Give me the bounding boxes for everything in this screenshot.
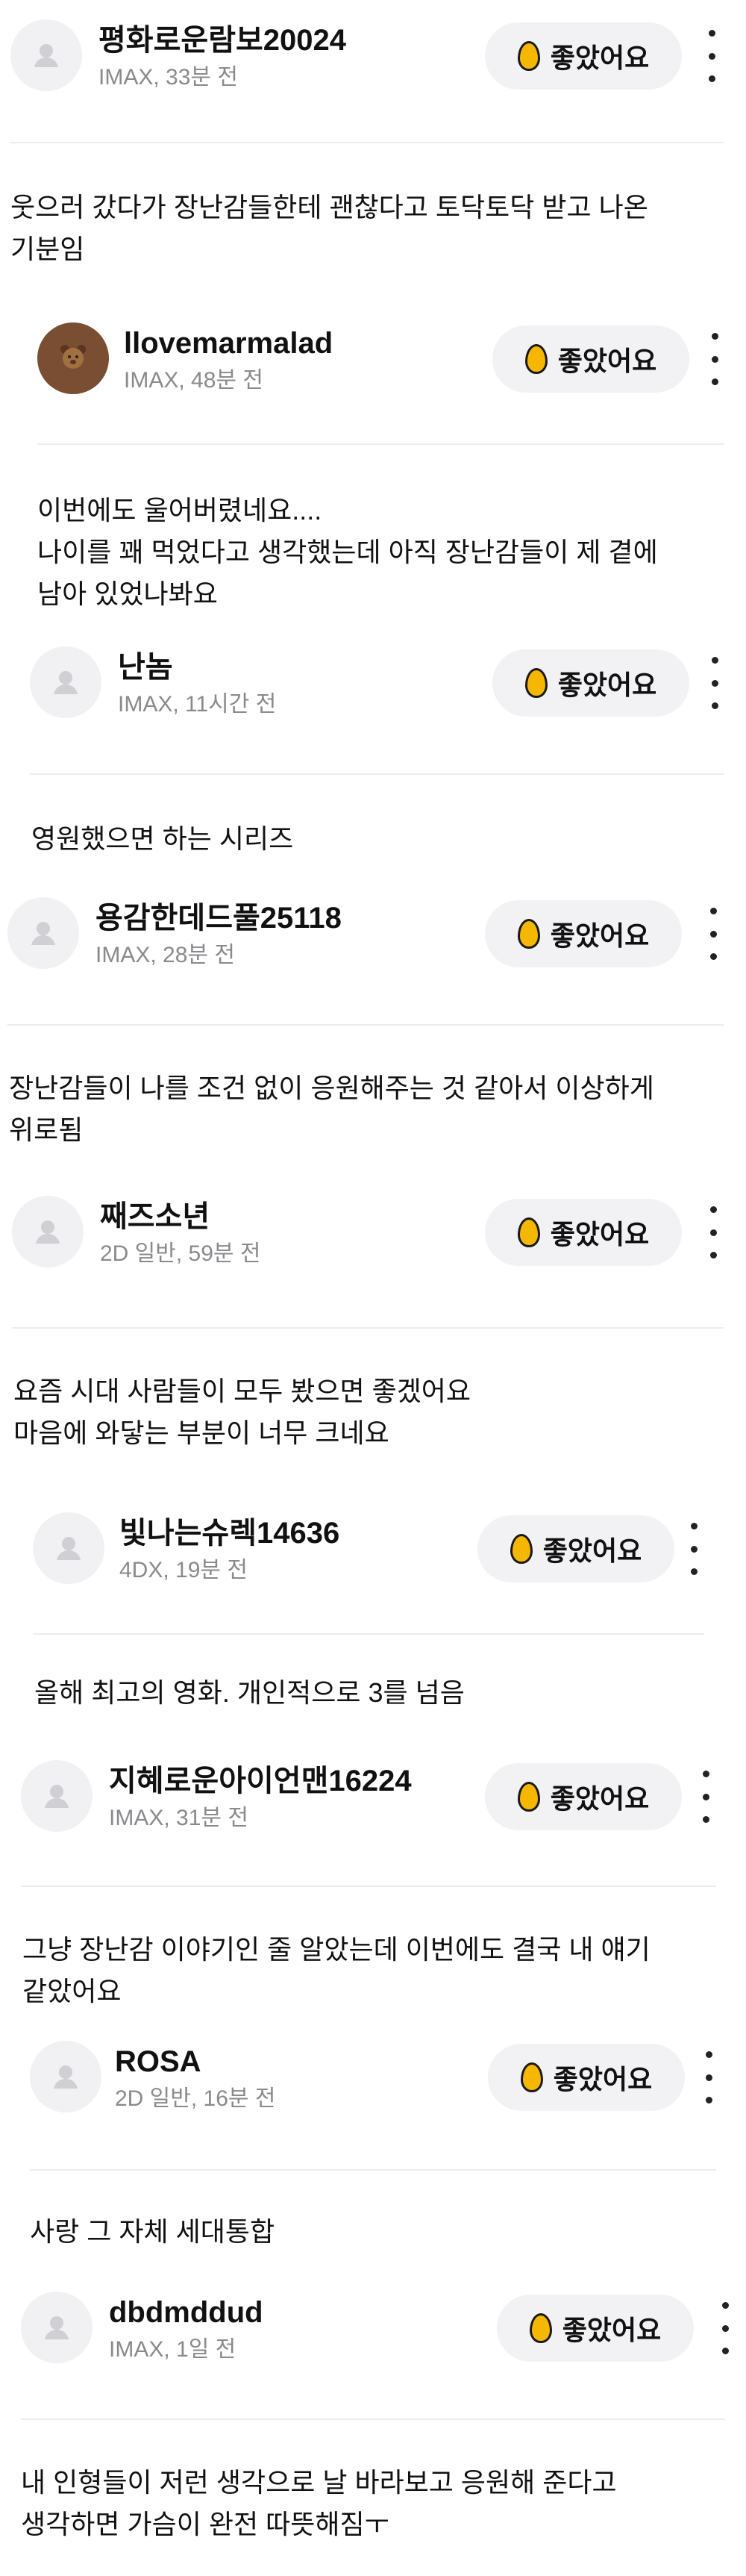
golden-egg-icon — [529, 2313, 552, 2343]
username[interactable]: dbdmddud — [109, 2295, 263, 2330]
more-vertical-icon[interactable] — [700, 2051, 718, 2103]
username[interactable]: 지혜로운아이언맨16224 — [109, 1763, 412, 1799]
more-vertical-icon[interactable] — [704, 908, 722, 960]
review-text: 이번에도 울어버렸네요.... 나이를 꽤 먹었다고 생각했는데 아직 장난감들이… — [37, 495, 658, 609]
user-silhouette-icon — [54, 671, 78, 694]
like-label: 좋았어요 — [557, 670, 657, 700]
review-text: 장난감들이 나를 조건 없이 응원해주는 것 같아서 이상하게 위로됨 — [9, 1073, 654, 1145]
teddy-bear-icon — [60, 345, 86, 369]
like-button[interactable]: 좋았어요 — [492, 325, 689, 393]
divider — [30, 2169, 716, 2171]
user-silhouette-icon — [45, 2316, 69, 2339]
review-header: 용감한데드풀25118 IMAX, 28분 전 좋았어요 — [0, 897, 746, 969]
review-meta: 2D 일반, 16분 전 — [115, 2086, 276, 2111]
username[interactable]: llovemarmalad — [124, 325, 333, 361]
review-meta: IMAX, 1일 전 — [109, 2337, 236, 2362]
like-label: 좋았어요 — [557, 346, 657, 376]
divider — [33, 1633, 704, 1635]
username[interactable]: 난놈 — [118, 649, 173, 685]
user-silhouette-icon — [34, 44, 58, 67]
review-meta: IMAX, 11시간 전 — [118, 692, 277, 717]
like-label: 좋았어요 — [562, 2315, 662, 2345]
user-silhouette-icon — [45, 1785, 69, 1808]
avatar[interactable] — [10, 19, 82, 91]
more-vertical-icon[interactable] — [706, 657, 724, 709]
golden-egg-icon — [517, 1217, 540, 1247]
review-meta: 2D 일반, 59분 전 — [100, 1241, 261, 1266]
username[interactable]: 째즈소년 — [100, 1199, 210, 1235]
golden-egg-icon — [524, 668, 548, 698]
avatar[interactable] — [21, 1760, 93, 1832]
divider — [7, 1024, 724, 1026]
like-button[interactable]: 좋았어요 — [492, 649, 689, 717]
avatar[interactable] — [37, 322, 109, 394]
like-label: 좋았어요 — [542, 1535, 642, 1566]
divider — [21, 2418, 725, 2420]
review-meta: IMAX, 48분 전 — [124, 368, 263, 393]
more-vertical-icon[interactable] — [703, 30, 721, 82]
golden-egg-icon — [524, 344, 548, 374]
user-silhouette-icon — [31, 922, 55, 945]
golden-egg-icon — [517, 1782, 540, 1812]
review-text: 내 인형들이 저런 생각으로 날 바라보고 응원해 준다고 생각하면 가슴이 완전… — [21, 2467, 617, 2539]
like-button[interactable]: 좋았어요 — [497, 2295, 694, 2362]
user-silhouette-icon — [54, 2065, 78, 2089]
like-button[interactable]: 좋았어요 — [485, 1763, 682, 1830]
divider — [37, 443, 724, 445]
username[interactable]: ROSA — [115, 2044, 201, 2080]
golden-egg-icon — [510, 1534, 533, 1564]
divider — [30, 773, 724, 775]
review-header: 평화로운람보20024 IMAX, 33분 전 좋았어요 — [0, 19, 746, 91]
review-meta: IMAX, 31분 전 — [109, 1806, 248, 1830]
divider — [21, 1886, 716, 1887]
more-vertical-icon[interactable] — [685, 1523, 703, 1575]
more-vertical-icon[interactable] — [706, 333, 724, 385]
golden-egg-icon — [520, 2062, 543, 2092]
golden-egg-icon — [517, 41, 540, 71]
review-text: 요즘 시대 사람들이 모두 봤으면 좋겠어요 마음에 와닿는 부분이 너무 크네요 — [13, 1376, 471, 1448]
like-label: 좋았어요 — [550, 920, 650, 951]
like-label: 좋았어요 — [553, 2064, 653, 2095]
like-button[interactable]: 좋았어요 — [488, 2044, 685, 2111]
review-header: 째즈소년 2D 일반, 59분 전 좋았어요 — [0, 1196, 746, 1267]
review-meta: IMAX, 28분 전 — [95, 943, 235, 967]
review-header: ROSA 2D 일반, 16분 전 좋았어요 — [0, 2041, 746, 2112]
avatar[interactable] — [21, 2292, 93, 2363]
review-text: 영원했으면 하는 시리즈 — [31, 823, 294, 854]
review-meta: IMAX, 33분 전 — [98, 65, 238, 90]
avatar[interactable] — [12, 1196, 84, 1267]
divider — [12, 1327, 724, 1329]
username[interactable]: 용감한데드풀25118 — [95, 900, 342, 936]
avatar[interactable] — [30, 2041, 101, 2112]
like-label: 좋았어요 — [550, 1783, 650, 1814]
golden-egg-icon — [517, 919, 540, 949]
review-text: 그냥 장난감 이야기인 줄 알았는데 이번에도 결국 내 얘기 같았어요 — [22, 1934, 651, 2006]
review-meta: 4DX, 19분 전 — [119, 1558, 248, 1582]
divider — [10, 142, 724, 143]
more-vertical-icon[interactable] — [716, 2302, 734, 2354]
review-text: 사랑 그 자체 세대통합 — [30, 2216, 275, 2247]
like-button[interactable]: 좋았어요 — [485, 900, 682, 967]
user-silhouette-icon — [36, 1220, 60, 1244]
avatar[interactable] — [7, 897, 79, 969]
avatar[interactable] — [30, 646, 101, 718]
like-button[interactable]: 좋았어요 — [485, 22, 682, 90]
review-header: dbdmddud IMAX, 1일 전 좋았어요 — [0, 2292, 746, 2363]
like-button[interactable]: 좋았어요 — [477, 1515, 674, 1582]
more-vertical-icon[interactable] — [704, 1206, 722, 1259]
avatar[interactable] — [33, 1512, 104, 1584]
more-vertical-icon[interactable] — [697, 1771, 715, 1823]
like-label: 좋았어요 — [550, 1219, 650, 1250]
username[interactable]: 빛나는슈렉14636 — [119, 1515, 339, 1551]
review-header: 빛나는슈렉14636 4DX, 19분 전 좋았어요 — [0, 1512, 746, 1584]
username[interactable]: 평화로운람보20024 — [98, 22, 346, 58]
user-silhouette-icon — [57, 1537, 81, 1560]
review-header: 지혜로운아이언맨16224 IMAX, 31분 전 좋았어요 — [0, 1760, 746, 1832]
review-text: 올해 최고의 영화. 개인적으로 3를 넘음 — [34, 1677, 465, 1708]
review-header: 난놈 IMAX, 11시간 전 좋았어요 — [0, 646, 746, 718]
like-button[interactable]: 좋았어요 — [485, 1199, 682, 1266]
review-text: 웃으러 갔다가 장난감들한테 괜찮다고 토닥토닥 받고 나온 기분임 — [10, 192, 648, 264]
like-label: 좋았어요 — [550, 43, 650, 73]
review-header: llovemarmalad IMAX, 48분 전 좋았어요 — [0, 322, 746, 394]
